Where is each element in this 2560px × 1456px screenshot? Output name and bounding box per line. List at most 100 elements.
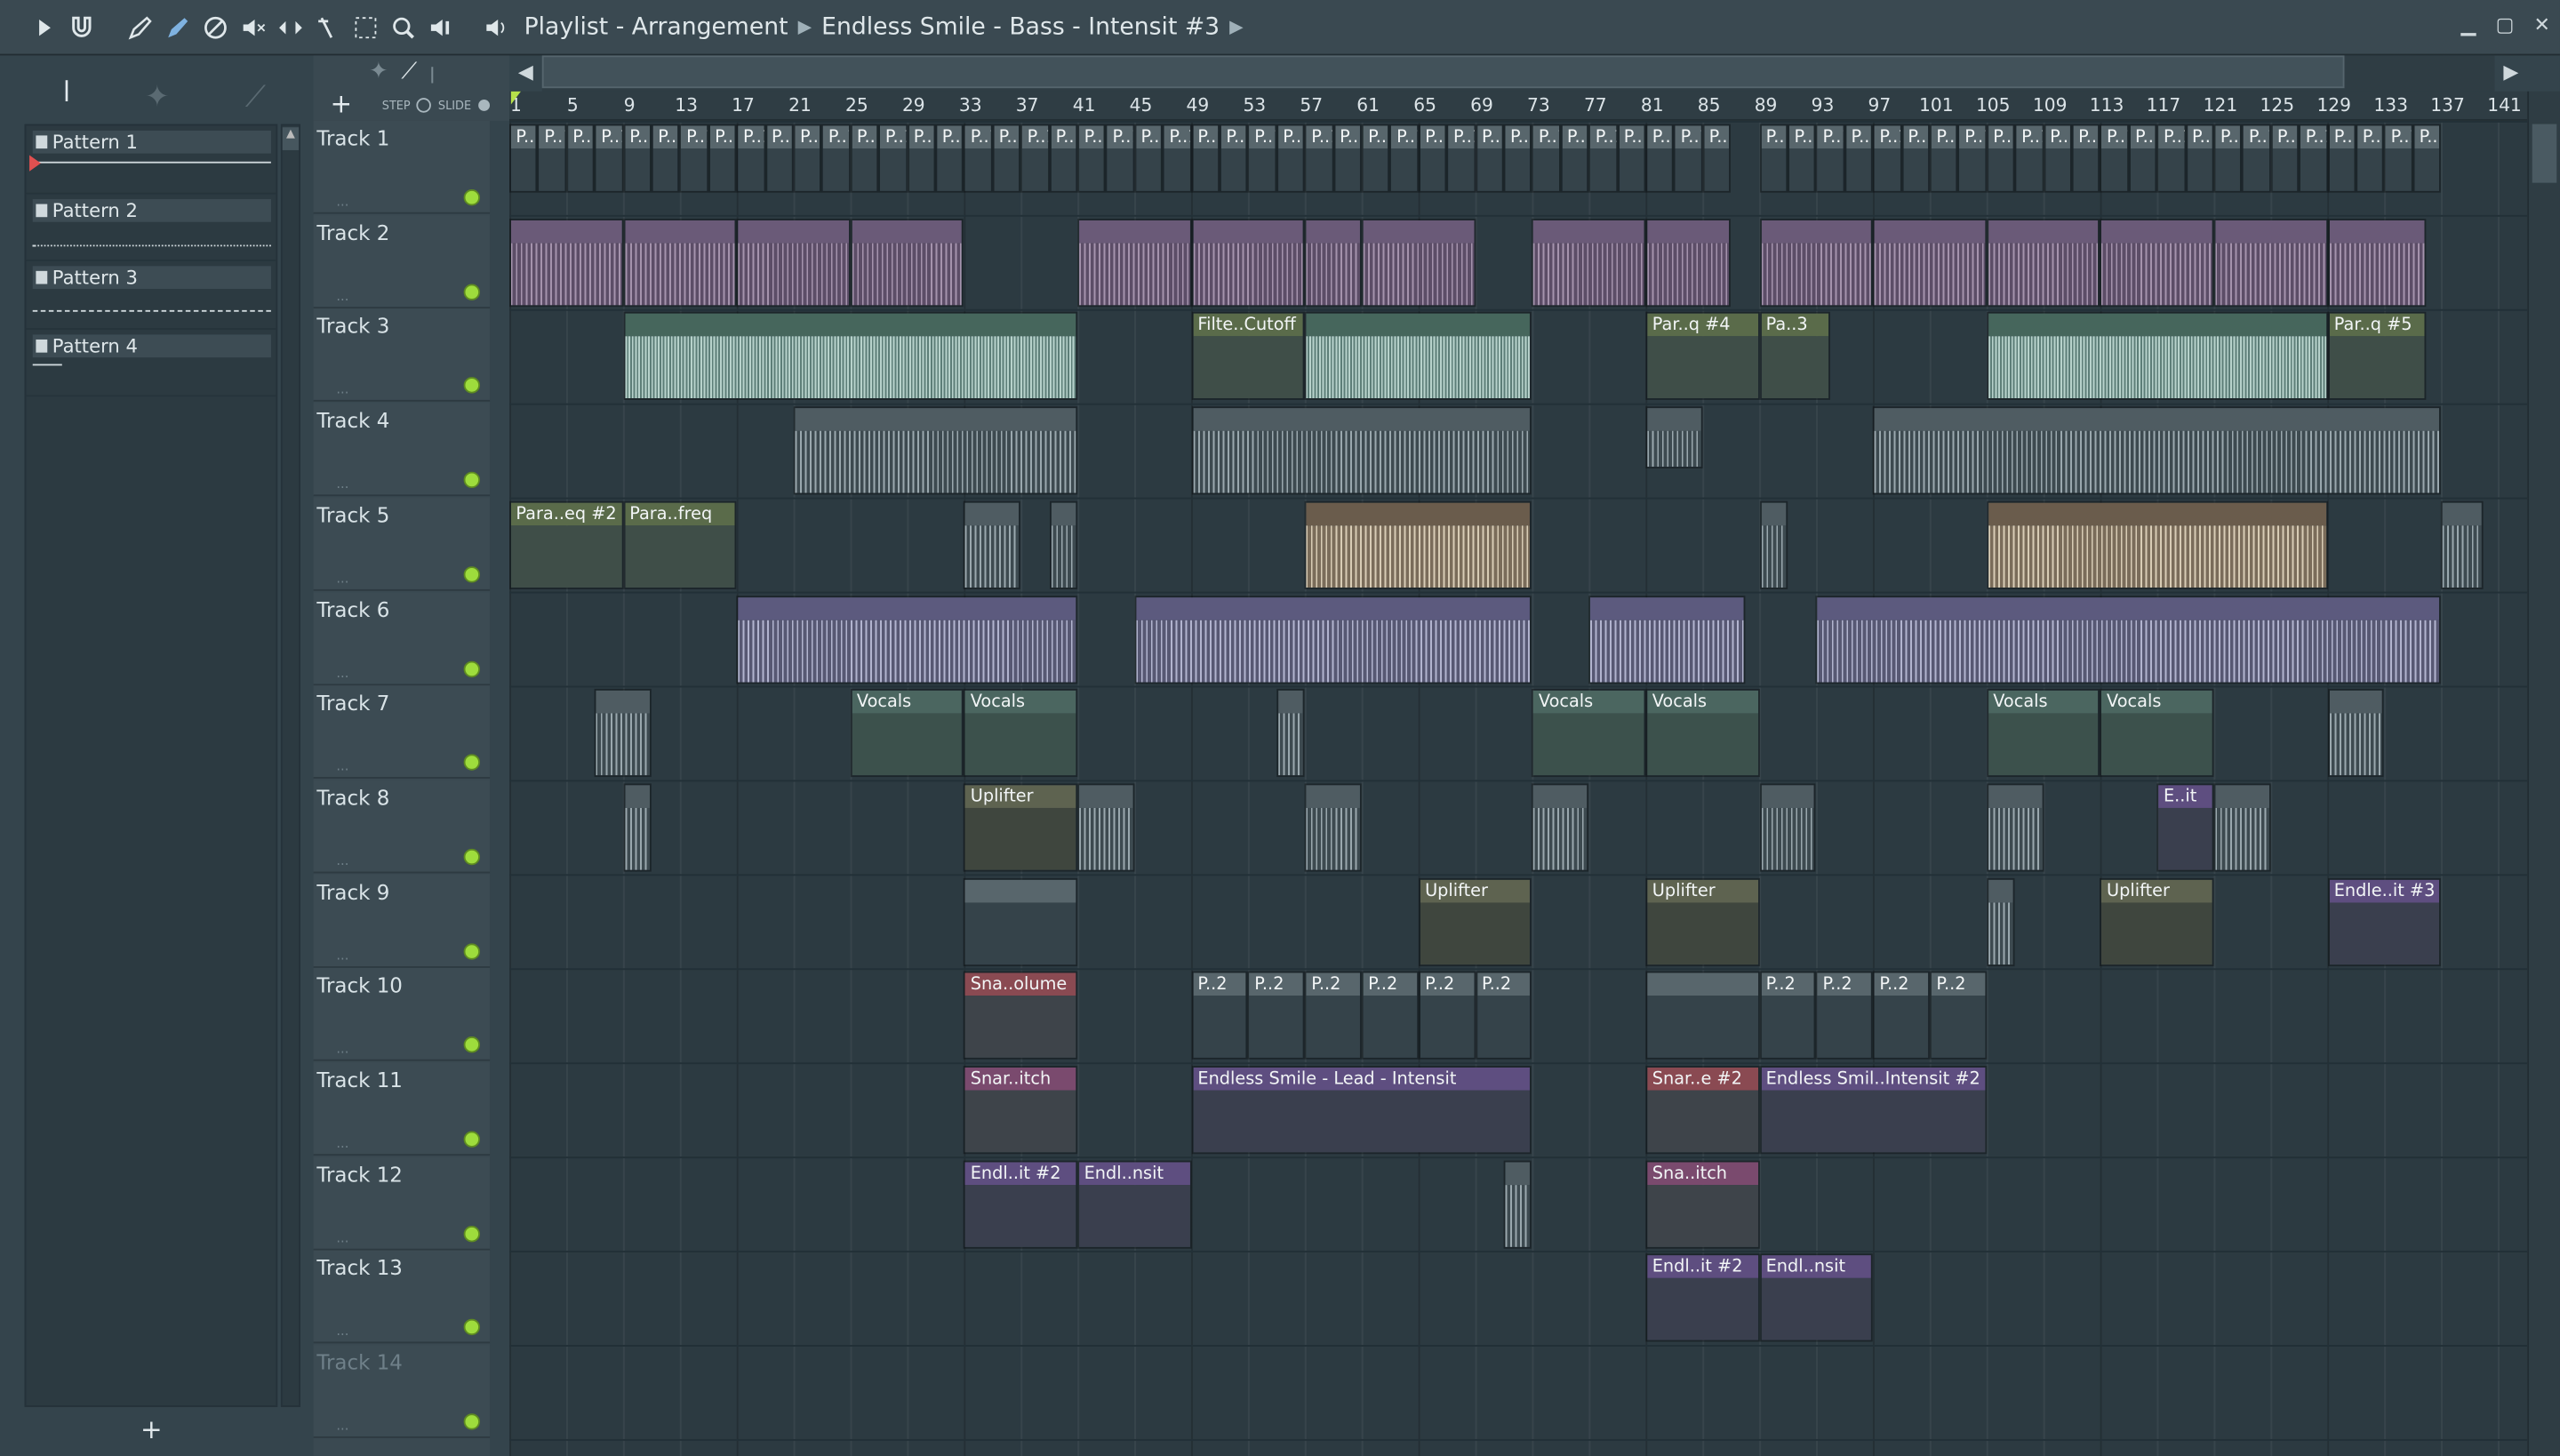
track-mute-led[interactable]: [463, 283, 480, 300]
playlist-clip[interactable]: Endl..it #2: [1645, 1253, 1760, 1343]
track-grip-icon[interactable]: ...: [336, 665, 348, 680]
track-header[interactable]: Track 13...: [313, 1251, 491, 1344]
playlist-clip[interactable]: [1077, 783, 1135, 872]
track-name[interactable]: Track 11: [316, 1068, 403, 1092]
playlist-clip[interactable]: P..1: [2356, 124, 2385, 193]
track-name[interactable]: Track 7: [316, 691, 389, 716]
playlist-clip[interactable]: [1077, 218, 1192, 307]
track-name[interactable]: Track 12: [316, 1162, 403, 1187]
playlist-clip[interactable]: [2213, 783, 2271, 872]
minimize-icon[interactable]: ▁: [2461, 13, 2476, 36]
playlist-clip[interactable]: Sna..itch: [1645, 1160, 1760, 1249]
playlist-clip[interactable]: P..1: [708, 124, 737, 193]
picker-scrollbar[interactable]: ▲: [280, 124, 300, 1407]
playlist-clip[interactable]: [1986, 783, 2044, 872]
playlist-clip[interactable]: P..1: [2242, 124, 2271, 193]
playlist-clip[interactable]: Vocals: [2100, 689, 2214, 778]
playlist-clip[interactable]: [1816, 595, 2442, 684]
track-header[interactable]: Track 3...: [313, 308, 491, 403]
playlist-clip[interactable]: P..2: [1247, 972, 1305, 1060]
playlist-clip[interactable]: E..it: [2156, 783, 2214, 872]
breadcrumb-pattern[interactable]: Endless Smile - Bass - Intensit #3: [821, 14, 1220, 40]
scrollbar-thumb[interactable]: [2532, 124, 2557, 183]
track-mute-led[interactable]: [463, 1036, 480, 1053]
track-name[interactable]: Track 2: [316, 220, 389, 244]
track-header[interactable]: Track 14...: [313, 1345, 491, 1438]
playlist-clip[interactable]: Uplifter: [1418, 877, 1532, 966]
slip-icon[interactable]: [273, 9, 308, 44]
playlist-clip[interactable]: [1588, 595, 1746, 684]
playlist-clip[interactable]: [964, 877, 1078, 966]
playlist-clip[interactable]: Par..q #4: [1645, 312, 1760, 401]
audio-icon[interactable]: ✦: [145, 79, 170, 114]
playlist-clip[interactable]: [1645, 972, 1760, 1060]
playlist-clip[interactable]: [1304, 500, 1532, 589]
playlist-clip[interactable]: P..1: [1304, 124, 1333, 193]
playlist-clip[interactable]: P..2: [1816, 972, 1874, 1060]
track-grip-icon[interactable]: ...: [336, 1230, 348, 1245]
playlist-clip[interactable]: P..1: [651, 124, 680, 193]
playlist-clip[interactable]: P..1: [1475, 124, 1504, 193]
playlist-clip[interactable]: Endless Smile - Lead - Intensit: [1191, 1066, 1532, 1155]
track-grip-icon[interactable]: ...: [336, 759, 348, 774]
playlist-clip[interactable]: [1532, 218, 1646, 307]
piano-icon[interactable]: 𝍩: [64, 72, 69, 121]
playlist-clip[interactable]: P..1: [1049, 124, 1078, 193]
playlist-clip[interactable]: Uplifter: [2100, 877, 2214, 966]
playlist-clip[interactable]: [1304, 783, 1362, 872]
playlist-clip[interactable]: Uplifter: [964, 783, 1078, 872]
playlist-clip[interactable]: P..1: [2043, 124, 2072, 193]
playlist-clip[interactable]: P..1: [1844, 124, 1874, 193]
playlist-clip[interactable]: [2441, 500, 2484, 589]
playlist-clip[interactable]: [1304, 312, 1532, 401]
playlist-clip[interactable]: P..2: [1191, 972, 1248, 1060]
playlist-clip[interactable]: P..1: [878, 124, 908, 193]
track-header[interactable]: Track 8...: [313, 780, 491, 874]
pattern-item[interactable]: Pattern 2: [26, 194, 276, 261]
vertical-scrollbar[interactable]: [2527, 91, 2560, 1456]
playlist-clip[interactable]: P..1: [1163, 124, 1192, 193]
playlist-clip[interactable]: P..1: [2014, 124, 2044, 193]
track-mute-led[interactable]: [463, 1225, 480, 1242]
play-icon[interactable]: [26, 9, 61, 44]
playlist-clip[interactable]: P..1: [1361, 124, 1390, 193]
playlist-clip[interactable]: P..1: [2156, 124, 2186, 193]
scroll-right-icon[interactable]: ▶: [2494, 55, 2527, 88]
playlist-clip[interactable]: P..1: [1986, 124, 2015, 193]
playlist-clip[interactable]: [2327, 218, 2428, 307]
playlist-clip[interactable]: P..1: [1588, 124, 1618, 193]
playlist-clip[interactable]: P..1: [2128, 124, 2157, 193]
mute-icon[interactable]: [235, 9, 270, 44]
playlist-clip[interactable]: Endl..it #2: [964, 1160, 1078, 1249]
playlist-clip[interactable]: P..1: [594, 124, 623, 193]
playlist-clip[interactable]: P..2: [1361, 972, 1419, 1060]
playlist-clip[interactable]: [1759, 783, 1817, 872]
select-icon[interactable]: [348, 9, 383, 44]
playlist-clip[interactable]: [1873, 406, 2442, 495]
breadcrumb-playlist[interactable]: Playlist - Arrangement: [524, 14, 788, 40]
playlist-clip[interactable]: [1304, 218, 1362, 307]
playlist-clip[interactable]: P..1: [1957, 124, 1987, 193]
playlist-clip[interactable]: Endless Smil..Intensit #2: [1759, 1066, 1987, 1155]
playlist-clip[interactable]: Endle..it #3: [2327, 877, 2442, 966]
playlist-clip[interactable]: P..1: [2327, 124, 2356, 193]
add-pattern-button[interactable]: +: [140, 1413, 163, 1444]
song-start-marker-icon[interactable]: [510, 91, 521, 105]
playlist-clip[interactable]: P..1: [1873, 124, 1901, 193]
track-mute-led[interactable]: [463, 1413, 480, 1430]
playlist-clip[interactable]: [1986, 877, 2015, 966]
playlist-clip[interactable]: P..1: [1191, 124, 1220, 193]
playlist-clip[interactable]: P..1: [2384, 124, 2413, 193]
playlist-clip[interactable]: P..1: [1674, 124, 1703, 193]
playlist-clip[interactable]: P..1: [2299, 124, 2328, 193]
playlist-clip[interactable]: P..1: [1134, 124, 1164, 193]
playlist-clip[interactable]: P..1: [679, 124, 708, 193]
playlist-clip[interactable]: P..1: [764, 124, 794, 193]
playlist-clip[interactable]: [622, 783, 652, 872]
track-mute-led[interactable]: [463, 565, 480, 583]
playlist-clip[interactable]: P..1: [1759, 124, 1788, 193]
playlist-clip[interactable]: P..1: [964, 124, 993, 193]
track-name[interactable]: Track 4: [316, 408, 389, 433]
overview-viewport[interactable]: [541, 55, 2345, 89]
playlist-clip[interactable]: [1645, 218, 1732, 307]
